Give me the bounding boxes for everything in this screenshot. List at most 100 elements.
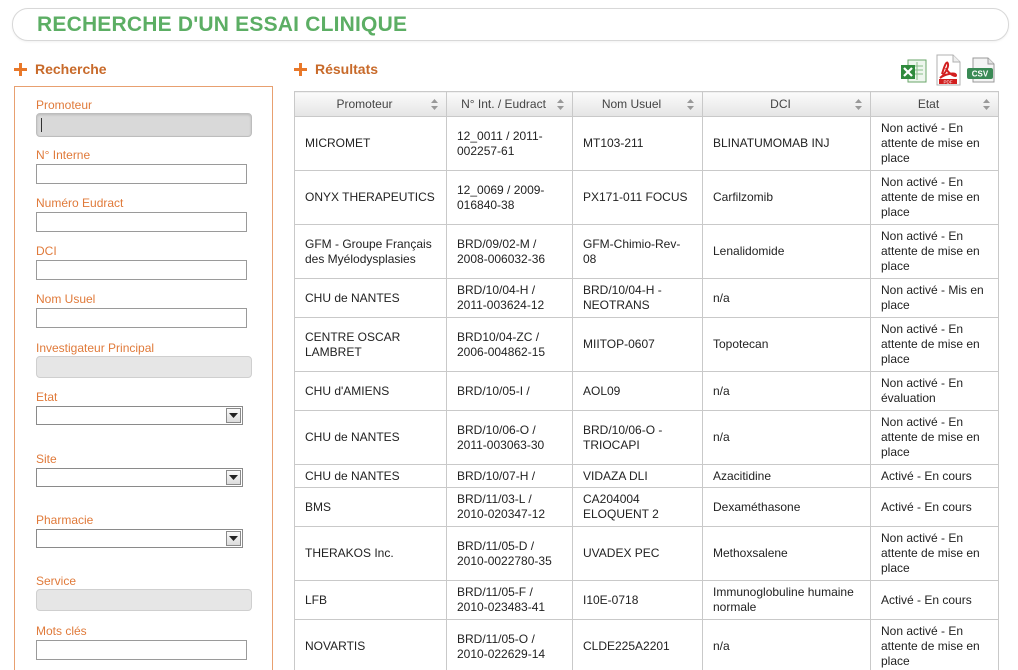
cell-etat: Activé - En cours <box>870 464 999 488</box>
pdf-export-icon[interactable]: PDF <box>933 54 963 86</box>
cell-promoteur: NOVARTIS <box>294 619 447 670</box>
cell-etat: Non activé - En attente de mise en place <box>870 317 999 372</box>
cell-dci: Azacitidine <box>702 464 871 488</box>
column-header-promoteur[interactable]: Promoteur <box>294 91 447 117</box>
sort-icon[interactable] <box>983 99 990 110</box>
mots-cles-input[interactable] <box>36 640 247 660</box>
cell-dci: Carfilzomib <box>702 170 871 225</box>
cell-n-int-eudract: BRD/11/05-F / 2010-023483-41 <box>446 580 573 620</box>
results-table: Promoteur N° Int. / Eudract Nom Usuel DC… <box>294 91 999 670</box>
mots-cles-label: Mots clés <box>36 624 87 638</box>
results-section-header[interactable]: Résultats <box>294 61 378 77</box>
investigateur-label: Investigateur Principal <box>36 341 155 355</box>
table-row[interactable]: LFB BRD/11/05-F / 2010-023483-41 I10E-07… <box>294 580 999 620</box>
column-header-n-int-eudract[interactable]: N° Int. / Eudract <box>446 91 573 117</box>
cell-etat: Non activé - En évaluation <box>870 371 999 411</box>
cell-promoteur: CHU de NANTES <box>294 410 447 465</box>
nom-usuel-input[interactable] <box>36 308 247 328</box>
page-title: RECHERCHE D'UN ESSAI CLINIQUE <box>37 13 408 36</box>
cell-nom-usuel: GFM-Chimio-Rev-08 <box>572 224 703 279</box>
table-row[interactable]: CHU de NANTES BRD/10/04-H / 2011-003624-… <box>294 278 999 318</box>
table-row[interactable]: BMS BRD/11/03-L / 2010-020347-12 CA20400… <box>294 487 999 527</box>
etat-label: Etat <box>36 390 58 404</box>
results-heading: Résultats <box>315 61 379 77</box>
service-input[interactable] <box>36 589 252 611</box>
cell-etat: Non activé - Mis en place <box>870 278 999 318</box>
chevron-down-icon[interactable] <box>226 408 241 423</box>
sort-icon[interactable] <box>431 99 438 110</box>
cell-nom-usuel: I10E-0718 <box>572 580 703 620</box>
pharmacie-select[interactable] <box>36 529 243 548</box>
search-panel: Promoteur N° Interne Numéro Eudract DCI … <box>14 86 273 670</box>
column-header-etat[interactable]: Etat <box>870 91 999 117</box>
sort-icon[interactable] <box>557 99 564 110</box>
table-row[interactable]: CHU de NANTES BRD/10/07-H / VIDAZA DLI A… <box>294 464 999 488</box>
chevron-down-icon[interactable] <box>226 531 241 546</box>
cell-nom-usuel: MT103-211 <box>572 116 703 171</box>
cell-nom-usuel: BRD/10/06-O - TRIOCAPI <box>572 410 703 465</box>
cell-promoteur: MICROMET <box>294 116 447 171</box>
promoteur-input[interactable] <box>36 113 252 137</box>
column-header-label: N° Int. / Eudract <box>461 97 546 111</box>
column-header-nom-usuel[interactable]: Nom Usuel <box>572 91 703 117</box>
nom-usuel-label: Nom Usuel <box>36 292 96 306</box>
cell-etat: Non activé - En attente de mise en place <box>870 619 999 670</box>
text-caret <box>41 118 42 132</box>
cell-etat: Non activé - En attente de mise en place <box>870 116 999 171</box>
cell-dci: n/a <box>702 410 871 465</box>
csv-export-label: CSV <box>972 70 989 79</box>
column-header-dci[interactable]: DCI <box>702 91 871 117</box>
sort-icon[interactable] <box>855 99 862 110</box>
cell-n-int-eudract: BRD/10/04-H / 2011-003624-12 <box>446 278 573 318</box>
cell-dci: Immunoglobuline humaine normale <box>702 580 871 620</box>
csv-export-icon[interactable]: CSV <box>966 56 996 86</box>
cell-dci: Dexaméthasone <box>702 487 871 527</box>
column-header-label: Etat <box>917 97 940 111</box>
cell-dci: n/a <box>702 371 871 411</box>
cell-etat: Non activé - En attente de mise en place <box>870 410 999 465</box>
expand-plus-icon[interactable] <box>14 62 27 76</box>
cell-dci: Lenalidomide <box>702 224 871 279</box>
cell-promoteur: CHU d'AMIENS <box>294 371 447 411</box>
dci-input[interactable] <box>36 260 247 280</box>
table-row[interactable]: NOVARTIS BRD/11/05-O / 2010-022629-14 CL… <box>294 619 999 670</box>
cell-etat: Activé - En cours <box>870 580 999 620</box>
cell-nom-usuel: CLDE225A2201 <box>572 619 703 670</box>
chevron-down-icon[interactable] <box>226 470 241 485</box>
sort-icon[interactable] <box>687 99 694 110</box>
cell-dci: n/a <box>702 619 871 670</box>
cell-etat: Activé - En cours <box>870 487 999 527</box>
cell-n-int-eudract: 12_0011 / 2011-002257-61 <box>446 116 573 171</box>
search-section-header[interactable]: Recherche <box>14 61 107 77</box>
page-title-bar: RECHERCHE D'UN ESSAI CLINIQUE <box>12 8 1009 41</box>
column-header-label: Nom Usuel <box>601 97 662 111</box>
site-label: Site <box>36 452 57 466</box>
cell-promoteur: GFM - Groupe Français des Myélodysplasie… <box>294 224 447 279</box>
cell-promoteur: CHU de NANTES <box>294 278 447 318</box>
cell-n-int-eudract: BRD/11/03-L / 2010-020347-12 <box>446 487 573 527</box>
cell-n-int-eudract: 12_0069 / 2009-016840-38 <box>446 170 573 225</box>
table-row[interactable]: MICROMET 12_0011 / 2011-002257-61 MT103-… <box>294 116 999 171</box>
cell-dci: Topotecan <box>702 317 871 372</box>
table-row[interactable]: CHU d'AMIENS BRD/10/05-I / AOL09 n/a Non… <box>294 371 999 411</box>
etat-select[interactable] <box>36 406 243 425</box>
table-row[interactable]: ONYX THERAPEUTICS 12_0069 / 2009-016840-… <box>294 170 999 225</box>
cell-etat: Non activé - En attente de mise en place <box>870 170 999 225</box>
excel-export-icon[interactable] <box>899 56 929 86</box>
n-interne-input[interactable] <box>36 164 247 184</box>
cell-promoteur: CENTRE OSCAR LAMBRET <box>294 317 447 372</box>
investigateur-input[interactable] <box>36 356 252 378</box>
table-row[interactable]: CHU de NANTES BRD/10/06-O / 2011-003063-… <box>294 410 999 465</box>
numero-eudract-label: Numéro Eudract <box>36 196 124 210</box>
dci-label: DCI <box>36 244 57 258</box>
table-row[interactable]: THERAKOS Inc. BRD/11/05-D / 2010-0022780… <box>294 526 999 581</box>
cell-promoteur: ONYX THERAPEUTICS <box>294 170 447 225</box>
site-select[interactable] <box>36 468 243 487</box>
cell-etat: Non activé - En attente de mise en place <box>870 526 999 581</box>
numero-eudract-input[interactable] <box>36 212 247 232</box>
cell-promoteur: THERAKOS Inc. <box>294 526 447 581</box>
table-row[interactable]: GFM - Groupe Français des Myélodysplasie… <box>294 224 999 279</box>
table-row[interactable]: CENTRE OSCAR LAMBRET BRD10/04-ZC / 2006-… <box>294 317 999 372</box>
expand-plus-icon[interactable] <box>294 62 307 76</box>
cell-nom-usuel: PX171-011 FOCUS <box>572 170 703 225</box>
